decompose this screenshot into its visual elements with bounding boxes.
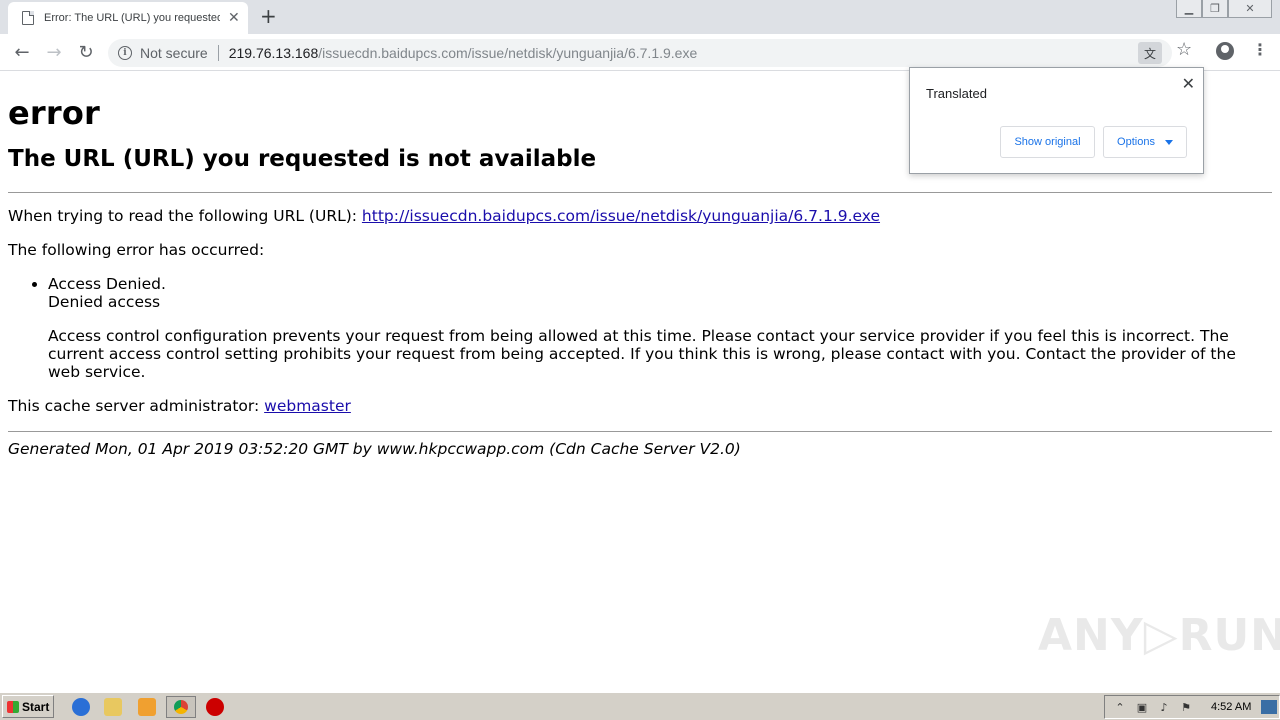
security-label[interactable]: Not secure	[140, 45, 208, 61]
back-arrow-icon[interactable]: ←	[10, 40, 34, 64]
divider-top	[8, 192, 1272, 193]
url-host[interactable]: 219.76.13.168	[229, 45, 319, 61]
translate-icon[interactable]: 文	[1138, 42, 1162, 64]
close-icon[interactable]: ✕	[1182, 74, 1195, 93]
tab-title: Error: The URL (URL) you requested	[44, 12, 220, 24]
system-tray: ⌃ ▣ ♪ ⚑ 4:52 AM	[1104, 695, 1280, 719]
document-icon	[22, 11, 34, 25]
requested-url-link[interactable]: http://issuecdn.baidupcs.com/issue/netdi…	[362, 207, 880, 225]
show-desktop-icon[interactable]	[1261, 700, 1278, 714]
show-original-label: Show original	[1014, 136, 1081, 148]
address-bar[interactable]: i Not secure 219.76.13.168/issuecdn.baid…	[108, 39, 1172, 67]
tab-close-icon[interactable]: ✕	[228, 11, 240, 25]
minimize-button[interactable]: ▁	[1176, 0, 1202, 18]
url-path[interactable]: /issuecdn.baidupcs.com/issue/netdisk/yun…	[318, 45, 697, 61]
start-label: Start	[22, 699, 50, 714]
admin-line: This cache server administrator: webmast…	[8, 397, 1272, 415]
error-subtitle: Denied access	[48, 293, 161, 311]
network-icon[interactable]: ▣	[1135, 700, 1149, 714]
show-original-button[interactable]: Show original	[1000, 126, 1095, 158]
webmaster-link[interactable]: webmaster	[264, 397, 351, 415]
options-button[interactable]: Options	[1103, 126, 1187, 158]
admin-prefix: This cache server administrator:	[8, 397, 265, 415]
translate-status: Translated	[926, 86, 987, 101]
folder-icon[interactable]	[104, 698, 122, 716]
error-intro: The following error has occurred:	[8, 241, 265, 259]
info-icon[interactable]: i	[118, 46, 132, 60]
chrome-taskbar-button[interactable]	[166, 696, 196, 718]
window-controls: ▁ ❐ ✕	[1176, 0, 1272, 18]
browser-tab[interactable]: Error: The URL (URL) you requested ✕	[8, 2, 248, 34]
stop-icon[interactable]	[206, 698, 224, 716]
flag-icon[interactable]: ⚑	[1179, 700, 1193, 714]
menu-dots-icon[interactable]: ⋮	[1252, 40, 1268, 59]
translate-popup: Translated ✕ Show original Options	[909, 67, 1204, 174]
read-url-line: When trying to read the following URL (U…	[8, 207, 1272, 225]
taskbar: Start ⌃ ▣ ♪ ⚑ 4:52 AM	[0, 692, 1280, 720]
chevron-down-icon	[1164, 139, 1173, 145]
close-window-button[interactable]: ✕	[1228, 0, 1272, 18]
windows-logo-icon	[7, 700, 19, 713]
internet-explorer-icon[interactable]	[72, 698, 90, 716]
detail-line-2: current access control setting prohibits…	[48, 345, 1236, 381]
tray-expand-icon[interactable]: ⌃	[1113, 700, 1127, 714]
anyrun-watermark-logo: ANY▷RUN	[1038, 610, 1280, 661]
volume-icon[interactable]: ♪	[1157, 700, 1171, 714]
list-item: Access Denied. Denied access	[48, 275, 1272, 311]
detail-line-1: Access control configuration prevents yo…	[48, 327, 1229, 345]
restore-button[interactable]: ❐	[1202, 0, 1228, 18]
forward-arrow-icon[interactable]: →	[42, 40, 66, 64]
options-label: Options	[1117, 136, 1155, 148]
error-detail: Access control configuration prevents yo…	[48, 327, 1272, 381]
bookmark-star-icon[interactable]: ☆	[1176, 39, 1192, 60]
divider	[217, 45, 219, 61]
media-player-icon[interactable]	[138, 698, 156, 716]
read-url-prefix: When trying to read the following URL (U…	[8, 207, 362, 225]
tab-strip: Error: The URL (URL) you requested ✕ + ▁…	[0, 0, 1280, 34]
error-title: Access Denied.	[48, 275, 166, 293]
start-button[interactable]: Start	[2, 695, 54, 718]
browser-toolbar: ← → ↻ i Not secure 219.76.13.168/issuecd…	[0, 34, 1280, 71]
generated-footer: Generated Mon, 01 Apr 2019 03:52:20 GMT …	[8, 440, 741, 458]
clock[interactable]: 4:52 AM	[1211, 701, 1251, 713]
divider-bottom	[8, 431, 1272, 432]
chrome-icon	[174, 700, 188, 714]
error-list: Access Denied. Denied access	[48, 275, 1272, 311]
new-tab-button[interactable]: +	[260, 6, 277, 26]
profile-avatar-icon[interactable]	[1216, 42, 1234, 60]
reload-icon[interactable]: ↻	[74, 40, 98, 64]
